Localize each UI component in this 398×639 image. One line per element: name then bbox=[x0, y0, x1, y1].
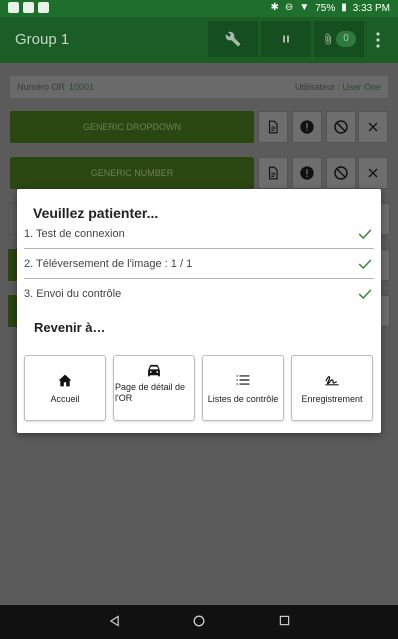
battery-percent: 75% bbox=[315, 2, 336, 14]
alert-button[interactable] bbox=[292, 111, 322, 143]
not-applicable-button[interactable] bbox=[326, 157, 356, 189]
do-not-disturb-icon: ⊖ bbox=[284, 2, 294, 13]
image-notification-icon bbox=[23, 2, 34, 13]
user-label: Utilisateur : bbox=[294, 82, 340, 92]
field-row-dropdown: GENERIC DROPDOWN bbox=[10, 111, 388, 143]
clear-button[interactable] bbox=[358, 157, 388, 189]
status-bar: ✱ ⊖ ▼ 75% ▮ 3:33 PM bbox=[0, 0, 398, 17]
home-icon bbox=[58, 374, 72, 387]
step-item: 2. Téléversement de l'image : 1 / 1 bbox=[24, 251, 374, 279]
pause-icon bbox=[283, 35, 289, 43]
repair-order-detail-button[interactable]: Page de détail de l'OR bbox=[113, 355, 195, 421]
hidden-action-edge bbox=[380, 295, 390, 327]
gallery-notification-icon bbox=[38, 2, 49, 13]
tools-button[interactable] bbox=[208, 21, 258, 57]
document-icon bbox=[268, 120, 278, 134]
step-label: 3. Envoi du contrôle bbox=[24, 288, 122, 300]
alert-icon bbox=[300, 166, 314, 180]
close-icon bbox=[368, 168, 378, 178]
field-row-number: GENERIC NUMBER bbox=[10, 157, 388, 189]
check-icon bbox=[358, 259, 372, 270]
system-nav-bar bbox=[0, 605, 398, 639]
paperclip-icon bbox=[325, 33, 331, 45]
check-icon bbox=[358, 229, 372, 240]
hidden-action-edge bbox=[380, 249, 390, 281]
pause-button[interactable] bbox=[261, 21, 311, 57]
block-icon bbox=[334, 120, 348, 134]
document-button[interactable] bbox=[258, 111, 288, 143]
return-to-title: Revenir à… bbox=[34, 320, 106, 335]
or-number-value: 10001 bbox=[69, 82, 95, 92]
generic-dropdown-button[interactable]: GENERIC DROPDOWN bbox=[10, 111, 254, 143]
home-nav-icon[interactable] bbox=[193, 615, 205, 627]
alert-icon bbox=[300, 120, 314, 134]
list-icon bbox=[236, 375, 250, 385]
progress-dialog: Veuillez patienter... 1. Test de connexi… bbox=[17, 189, 381, 433]
step-label: 1. Test de connexion bbox=[24, 228, 125, 240]
app-bar: Group 1 0 bbox=[0, 17, 398, 63]
recents-icon[interactable] bbox=[279, 615, 290, 626]
not-applicable-button[interactable] bbox=[326, 111, 356, 143]
home-button[interactable]: Accueil bbox=[24, 355, 106, 421]
step-label: 2. Téléversement de l'image : 1 / 1 bbox=[24, 258, 193, 270]
attachment-count-badge: 0 bbox=[336, 31, 356, 47]
back-icon[interactable] bbox=[109, 615, 120, 627]
save-record-button[interactable]: Enregistrement bbox=[291, 355, 373, 421]
save-record-label: Enregistrement bbox=[301, 394, 363, 404]
step-item: 1. Test de connexion bbox=[24, 221, 374, 249]
wrench-icon bbox=[225, 31, 241, 47]
dialog-title: Veuillez patienter... bbox=[33, 205, 159, 221]
battery-icon: ▮ bbox=[341, 2, 347, 13]
home-label: Accueil bbox=[50, 394, 80, 404]
alert-button[interactable] bbox=[292, 157, 322, 189]
notification-icon bbox=[8, 2, 19, 13]
generic-number-button[interactable]: GENERIC NUMBER bbox=[10, 157, 254, 189]
close-icon bbox=[368, 122, 378, 132]
order-info-row: Numéro OR 10001 Utilisateur : User One bbox=[10, 76, 388, 98]
hidden-action-edge bbox=[380, 203, 390, 235]
check-icon bbox=[358, 289, 372, 300]
block-icon bbox=[334, 166, 348, 180]
repair-order-detail-label: Page de détail de l'OR bbox=[115, 382, 186, 403]
clear-button[interactable] bbox=[358, 111, 388, 143]
or-number-label: Numéro OR bbox=[17, 82, 66, 92]
wifi-icon: ▼ bbox=[299, 2, 310, 13]
checklists-label: Listes de contrôle bbox=[207, 394, 279, 404]
document-button[interactable] bbox=[258, 157, 288, 189]
signature-icon bbox=[325, 376, 339, 386]
page-title: Group 1 bbox=[15, 31, 70, 48]
checklists-button[interactable]: Listes de contrôle bbox=[202, 355, 284, 421]
more-vert-icon[interactable] bbox=[374, 31, 382, 49]
document-icon bbox=[268, 166, 278, 180]
car-icon bbox=[148, 364, 160, 377]
user-value: User One bbox=[342, 82, 381, 92]
bluetooth-icon: ✱ bbox=[270, 2, 279, 13]
step-item: 3. Envoi du contrôle bbox=[24, 281, 374, 309]
clock: 3:33 PM bbox=[352, 2, 390, 14]
